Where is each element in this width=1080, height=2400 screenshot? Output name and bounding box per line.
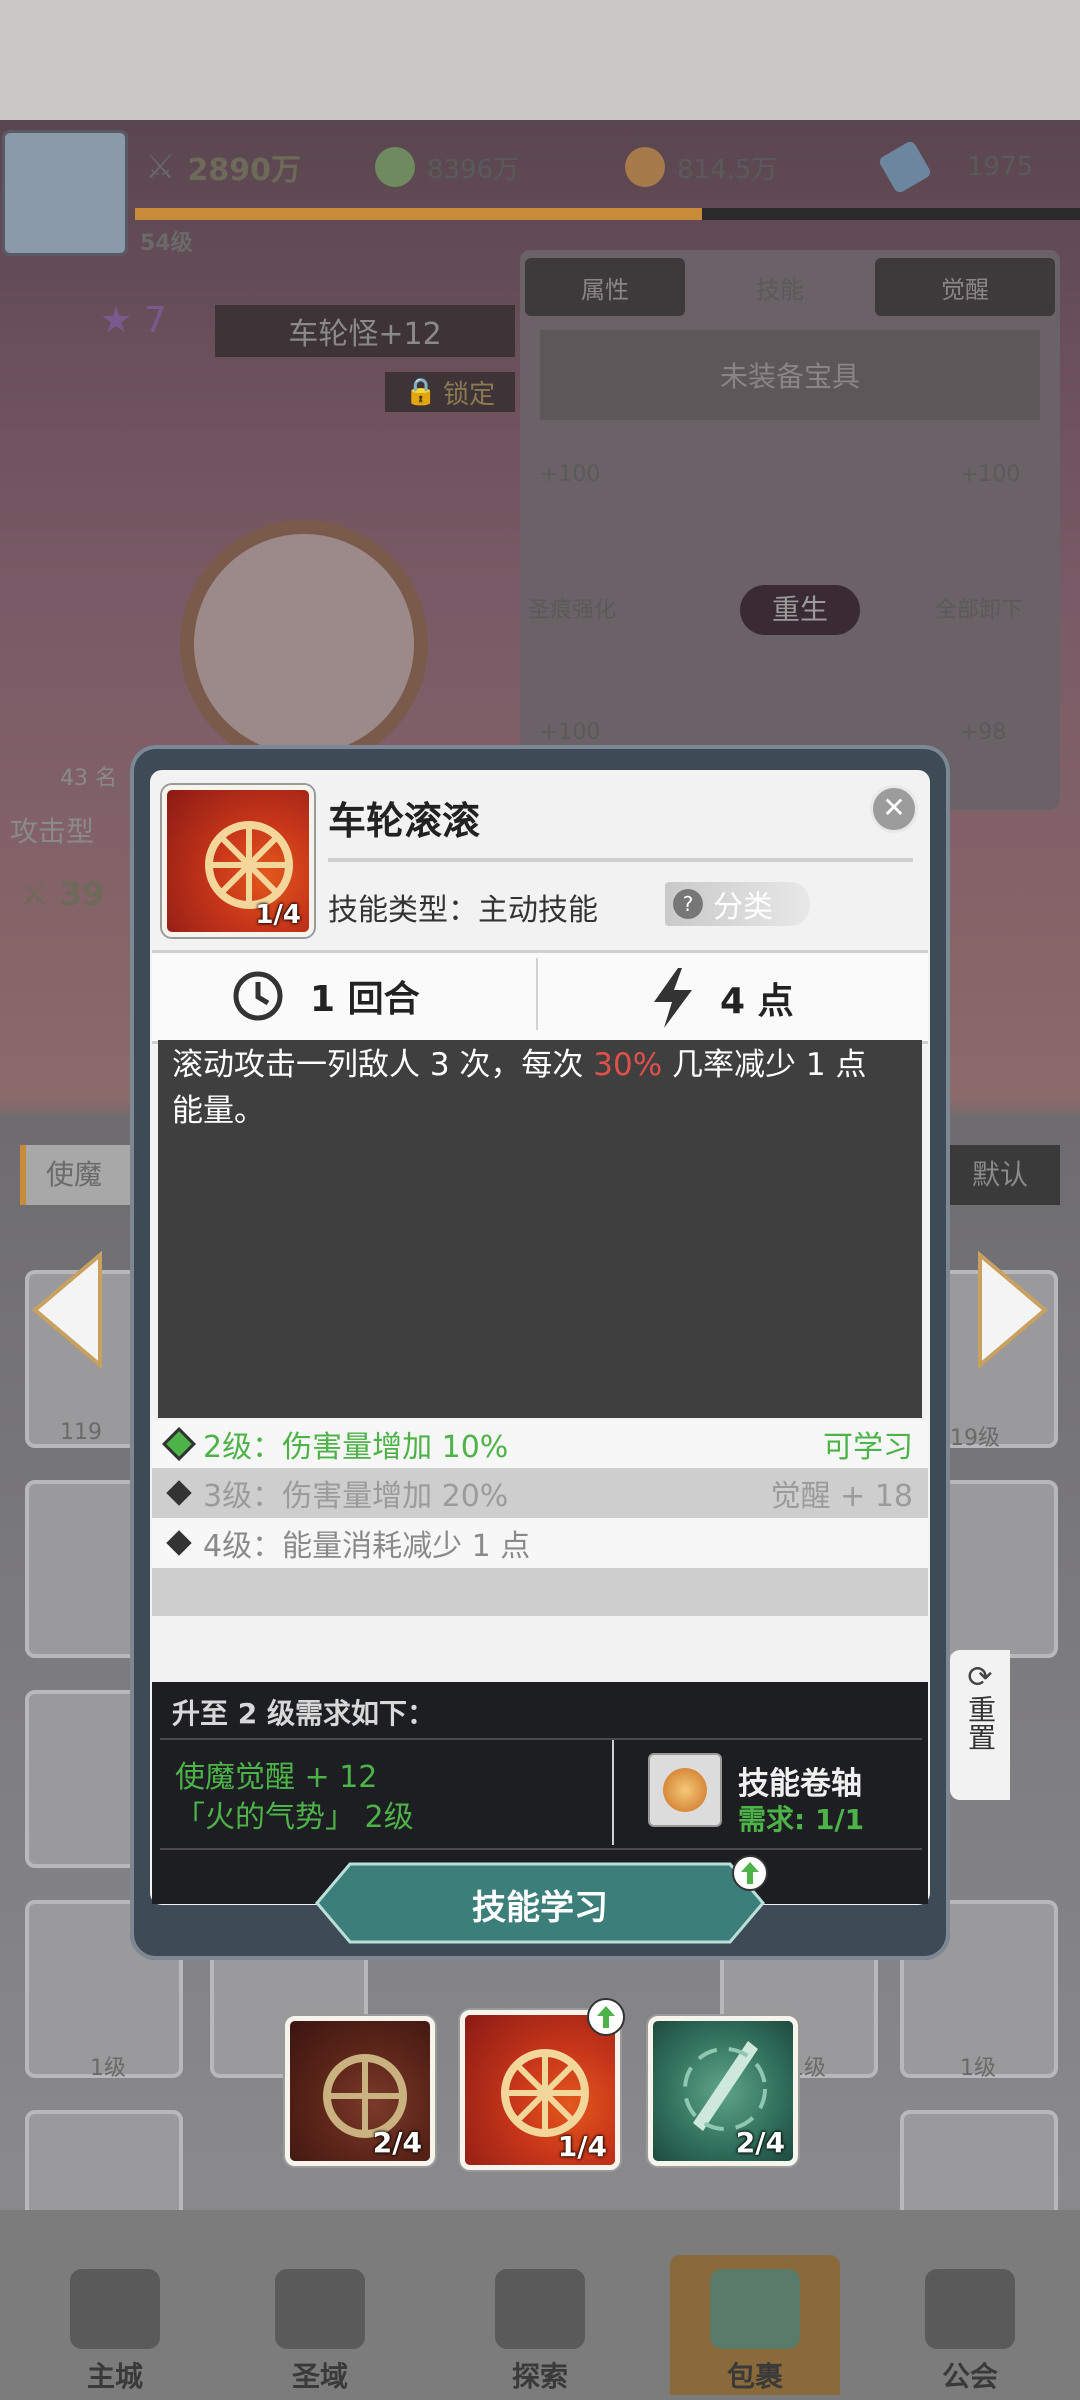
level-row-empty [152, 1568, 928, 1616]
level-progress-bar [135, 208, 1080, 220]
gold-coin-icon [625, 147, 665, 187]
sort-default-button[interactable]: 默认 [940, 1145, 1060, 1205]
item-requirement: 需求: 1/1 [738, 1803, 865, 1836]
nav-main-city[interactable]: 主城 [45, 2255, 185, 2395]
skill-title: 车轮滚滚 [328, 799, 481, 843]
up-arrow-icon [597, 2006, 615, 2028]
clock-icon [233, 971, 283, 1021]
pet-card-level: 119 [60, 1420, 102, 1445]
skill-icon: 1/4 [162, 785, 314, 937]
level-row: 4级：能量消耗减少 1 点 [152, 1518, 928, 1568]
unequip-all-button[interactable]: 全部卸下 [935, 592, 1023, 624]
nav-inventory[interactable]: 包裹 [670, 2255, 840, 2395]
previous-arrow[interactable] [30, 1250, 110, 1370]
pet-card-level: 1级 [90, 2056, 126, 2081]
skill-slot-level: 2/4 [372, 2126, 422, 2159]
refresh-icon: ⟳ [967, 1660, 993, 1695]
player-level: 54级 [140, 231, 193, 256]
slot-value: +100 [960, 462, 1021, 487]
next-arrow[interactable] [970, 1250, 1050, 1370]
green-coin-display: 8396万 [375, 145, 519, 189]
skill-description: 滚动攻击一列敌人 3 次，每次 30% 几率减少 1 点能量。 [172, 1047, 867, 1129]
level-row: 2级：伤害量增加 10% 可学习 [152, 1420, 928, 1468]
title-divider [328, 858, 913, 862]
up-arrow-icon [741, 1862, 759, 1884]
level-row: 3级：伤害量增加 20% 觉醒 + 18 [152, 1468, 928, 1518]
tab-awaken[interactable]: 觉醒 [875, 258, 1055, 316]
slot-value: +100 [540, 462, 601, 487]
close-icon: ✕ [882, 791, 906, 824]
tab-skills[interactable]: 技能 [690, 258, 870, 316]
bag-icon [710, 2269, 800, 2349]
cooldown-stat: 1 回合 [230, 968, 420, 1024]
rebirth-button[interactable]: 重生 [740, 585, 860, 635]
gold-coin-display: 814.5万 [625, 145, 777, 189]
slot-value: +98 [960, 720, 1007, 745]
help-icon: ? [673, 889, 703, 919]
diamond-icon [162, 1427, 196, 1461]
equip-slot[interactable]: 未装备宝具 [540, 330, 1040, 420]
player-avatar[interactable] [2, 130, 128, 256]
sanctuary-icon [275, 2269, 365, 2349]
reset-button[interactable]: ⟳ 重置 [950, 1650, 1010, 1800]
requirements-column-divider [612, 1740, 614, 1845]
nav-sanctuary[interactable]: 圣域 [250, 2255, 390, 2395]
hero-lock-button[interactable]: 🔒 锁定 [385, 372, 515, 412]
skill-slot-selected[interactable]: 1/4 [460, 2010, 620, 2170]
stigmata-enhance-button[interactable]: 圣痕强化 [528, 592, 616, 624]
requirement-awaken: 使魔觉醒 + 12 [175, 1760, 378, 1795]
sword-icon: ⚔ [145, 147, 176, 187]
pet-card-level: 1级 [960, 2056, 996, 2081]
nav-explore[interactable]: 探索 [470, 2255, 610, 2395]
lock-icon: 🔒 [404, 377, 438, 407]
skill-type: 技能类型：主动技能 [328, 893, 598, 928]
hero-name: 车轮怪+12 [215, 305, 515, 357]
description-highlight: 30% [593, 1047, 663, 1083]
upgrade-available-badge [587, 1998, 625, 2036]
team-count: 43 名 [60, 766, 117, 791]
guild-icon [925, 2269, 1015, 2349]
close-button[interactable]: ✕ [870, 785, 918, 833]
hero-power: ⚔ 39 [20, 875, 105, 913]
hero-stars: ★ 7 [100, 300, 167, 341]
item-name: 技能卷轴 [738, 1766, 862, 1802]
skill-scroll-icon [648, 1753, 722, 1827]
requirement-skill: 「火的气势」 2级 [175, 1800, 414, 1835]
lightning-icon [654, 968, 692, 1028]
hero-character-image [180, 520, 428, 768]
diamond-icon [166, 1530, 192, 1556]
slot-value: +100 [540, 720, 601, 745]
hero-type: 攻击型 [10, 815, 95, 848]
requirements-divider [160, 1738, 922, 1740]
power-display: ⚔ 2890万 [145, 147, 301, 188]
castle-icon [70, 2269, 160, 2349]
skill-slot-level: 2/4 [735, 2126, 785, 2159]
requirements-divider [160, 1848, 922, 1850]
energy-cost-stat: 4 点 [650, 968, 794, 1028]
skill-icon-level: 1/4 [255, 900, 301, 930]
diamond-icon [166, 1480, 192, 1506]
sword-icon [495, 2269, 585, 2349]
skill-slot[interactable]: 2/4 [285, 2016, 435, 2166]
stats-divider [536, 958, 538, 1030]
gem-display: 1975 [877, 139, 1033, 195]
chevron-left-icon [31, 1250, 102, 1370]
skill-slot-level: 1/4 [557, 2130, 607, 2163]
green-coin-icon [375, 147, 415, 187]
skill-slot[interactable]: 2/4 [648, 2016, 798, 2166]
category-button[interactable]: ? 分类 [665, 882, 810, 926]
learn-skill-button[interactable]: 技能学习 [315, 1862, 765, 1944]
tab-attributes[interactable]: 属性 [525, 258, 685, 316]
chevron-right-icon [978, 1250, 1049, 1370]
pet-card-level: 19级 [950, 1426, 1000, 1451]
nav-guild[interactable]: 公会 [900, 2255, 1040, 2395]
upgrade-available-badge [732, 1855, 768, 1891]
gem-icon [877, 139, 933, 195]
requirements-title: 升至 2 级需求如下： [172, 1697, 435, 1730]
